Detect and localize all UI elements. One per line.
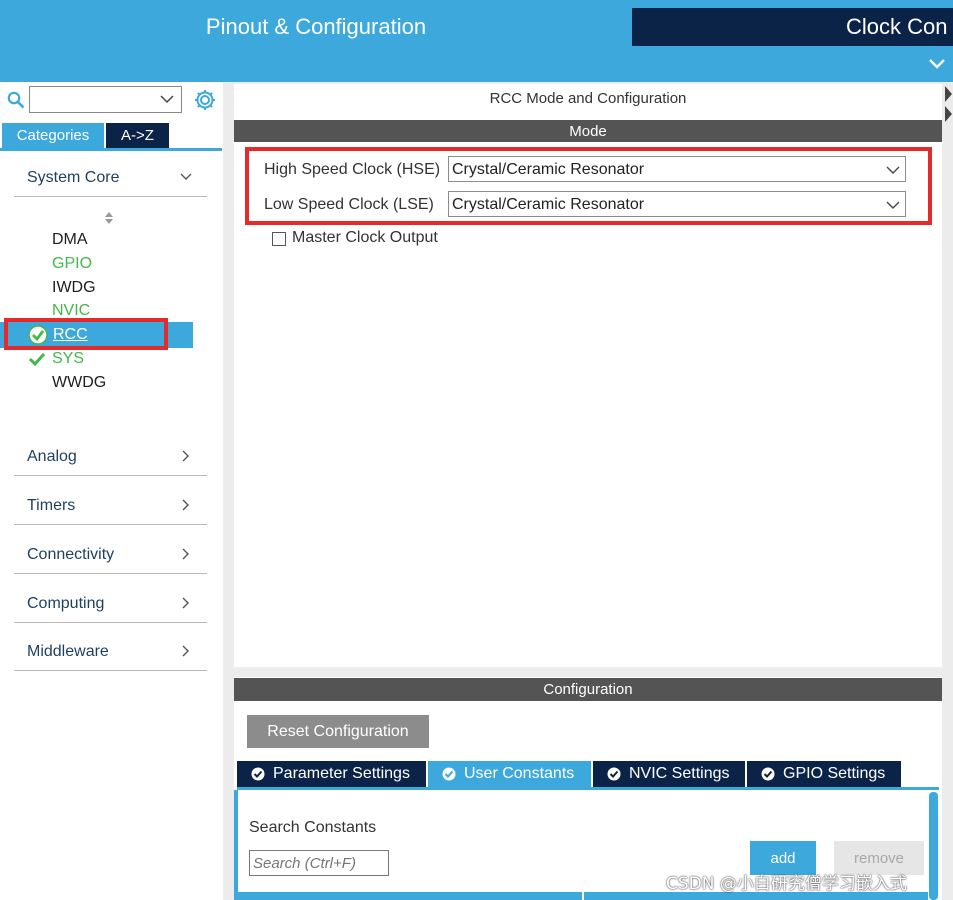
category-label: Computing [27, 595, 105, 612]
tab-gpio-settings[interactable]: GPIO Settings [747, 761, 901, 787]
tab-categories[interactable]: Categories [2, 123, 104, 148]
category-label: System Core [27, 169, 120, 186]
tab-user-constants[interactable]: User Constants [428, 761, 591, 787]
sort-icon[interactable] [102, 210, 116, 226]
lse-value: Crystal/Ceramic Resonator [452, 196, 645, 213]
check-circle-icon [761, 767, 775, 781]
tab-nvic-settings[interactable]: NVIC Settings [593, 761, 745, 787]
tab-label: User Constants [464, 765, 575, 782]
list-item-rcc[interactable]: RCC [53, 326, 88, 344]
category-system-core[interactable]: System Core [14, 157, 207, 197]
gear-icon[interactable] [193, 88, 217, 112]
list-item-wwdg[interactable]: WWDG [52, 374, 106, 392]
column-divider [582, 892, 584, 900]
master-clock-output-checkbox[interactable] [272, 232, 286, 246]
chevron-down-icon [180, 173, 192, 180]
tab-label: NVIC Settings [629, 765, 730, 782]
category-tabs: Categories A->Z [2, 123, 169, 148]
check-circle-icon [251, 767, 265, 781]
category-analog[interactable]: Analog [14, 436, 207, 476]
search-icon [7, 91, 25, 109]
vertical-scrollbar[interactable] [929, 792, 938, 900]
chevron-right-icon [182, 548, 189, 560]
list-item-iwdg[interactable]: IWDG [52, 279, 96, 297]
reset-configuration-button[interactable]: Reset Configuration [247, 715, 429, 748]
lse-select[interactable]: Crystal/Ceramic Resonator [448, 191, 906, 217]
lse-label: Low Speed Clock (LSE) [264, 196, 434, 213]
tabs-underline [237, 787, 939, 790]
chevron-right-icon [182, 597, 189, 609]
panel-splitter[interactable] [223, 82, 232, 900]
list-item-gpio[interactable]: GPIO [52, 255, 92, 273]
tab-pinout-configuration[interactable]: Pinout & Configuration [0, 8, 630, 46]
tab-label: GPIO Settings [783, 765, 886, 782]
chevron-right-icon [182, 645, 189, 657]
tab-label: Parameter Settings [273, 765, 410, 782]
list-item-nvic[interactable]: NVIC [52, 302, 90, 320]
list-item-dma[interactable]: DMA [52, 231, 88, 249]
chevron-down-icon[interactable] [927, 54, 947, 74]
check-circle-icon [607, 767, 621, 781]
chevron-down-icon[interactable] [159, 91, 175, 107]
search-constants-label: Search Constants [249, 819, 377, 836]
category-label: Connectivity [27, 546, 115, 563]
tab-clock-configuration[interactable]: Clock Con [632, 8, 953, 46]
master-clock-output-label: Master Clock Output [292, 229, 438, 246]
check-circle-icon [28, 325, 48, 345]
hse-select[interactable]: Crystal/Ceramic Resonator [448, 156, 906, 182]
check-circle-icon [442, 767, 456, 781]
search-constants-input[interactable] [249, 850, 389, 876]
tab-content-border [234, 790, 238, 900]
section-header-mode: Mode [234, 120, 942, 142]
panel-title: RCC Mode and Configuration [489, 90, 687, 107]
category-label: Analog [27, 448, 77, 465]
check-icon [28, 352, 46, 367]
category-computing[interactable]: Computing [14, 583, 207, 623]
watermark: CSDN @小白研究僧学习嵌入式 [666, 874, 907, 894]
list-item-sys[interactable]: SYS [52, 350, 84, 368]
hse-label: High Speed Clock (HSE) [264, 161, 441, 178]
chevron-right-icon [182, 450, 189, 462]
chevron-right-icon [182, 499, 189, 511]
collapse-arrow-icon[interactable] [943, 84, 953, 124]
category-timers[interactable]: Timers [14, 485, 207, 525]
category-connectivity[interactable]: Connectivity [14, 534, 207, 574]
section-header-configuration: Configuration [234, 678, 942, 701]
chevron-down-icon [886, 201, 900, 209]
hse-value: Crystal/Ceramic Resonator [452, 161, 645, 178]
tab-a-z[interactable]: A->Z [106, 123, 169, 148]
category-label: Middleware [27, 643, 109, 660]
category-middleware[interactable]: Middleware [14, 631, 207, 671]
tab-parameter-settings[interactable]: Parameter Settings [237, 761, 426, 787]
tab-underline [0, 148, 222, 151]
chevron-down-icon [886, 166, 900, 174]
category-label: Timers [27, 497, 76, 514]
